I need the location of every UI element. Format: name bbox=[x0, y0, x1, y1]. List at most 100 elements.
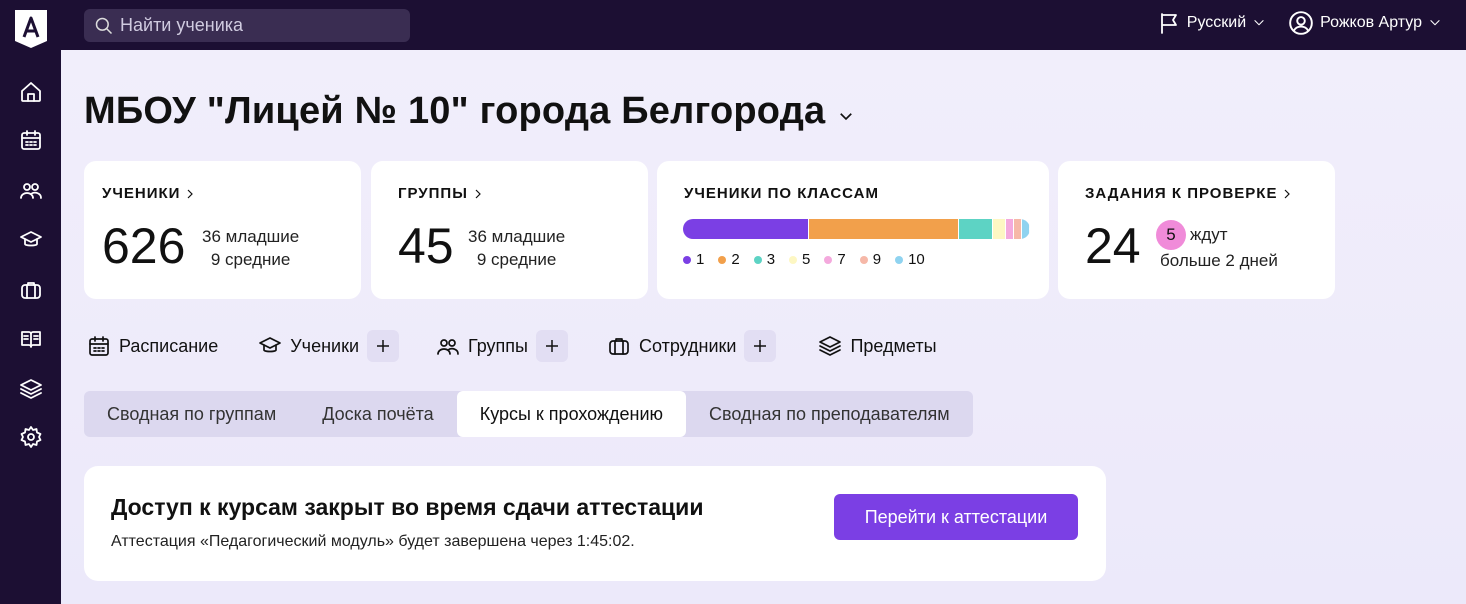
tab-teachers-summary[interactable]: Сводная по преподавателям bbox=[686, 391, 973, 437]
language-selector[interactable]: Русский bbox=[1157, 11, 1266, 35]
legend-item-class-7: 7 bbox=[824, 251, 846, 268]
by-class-card-title: УЧЕНИКИ ПО КЛАССАМ bbox=[684, 185, 879, 202]
go-to-attestation-button[interactable]: Перейти к аттестации bbox=[834, 494, 1078, 540]
students-label: Ученики bbox=[290, 335, 359, 356]
groups-link[interactable]: Группы bbox=[436, 334, 528, 358]
class-segment-1 bbox=[683, 219, 809, 239]
students-junior: 36 младшие bbox=[202, 227, 300, 246]
access-notice-subtitle: Аттестация «Педагогический модуль» будет… bbox=[111, 533, 635, 550]
add-staff-button[interactable] bbox=[744, 330, 777, 362]
subjects-label: Предметы bbox=[850, 335, 937, 356]
logo-icon[interactable] bbox=[15, 10, 47, 48]
graduation-cap-icon[interactable] bbox=[18, 227, 44, 253]
plus-icon bbox=[377, 340, 389, 352]
legend-dot bbox=[683, 255, 691, 264]
search-input[interactable] bbox=[120, 15, 400, 36]
briefcase-icon[interactable] bbox=[18, 277, 44, 303]
tasks-card[interactable]: ЗАДАНИЯ К ПРОВЕРКЕ 24 5 ждут больше 2 дн… bbox=[1058, 161, 1335, 299]
tasks-wait-label: ждут bbox=[1190, 225, 1228, 244]
groups-junior: 36 младшие bbox=[468, 227, 566, 246]
class-segment-9 bbox=[1014, 219, 1022, 239]
legend-label: 9 bbox=[872, 251, 882, 268]
legend-item-class-2: 2 bbox=[718, 251, 740, 268]
schedule-link[interactable]: Расписание bbox=[87, 334, 218, 358]
briefcase-icon bbox=[609, 338, 629, 355]
user-name: Рожков Артур bbox=[1320, 14, 1422, 31]
students-by-class-card: УЧЕНИКИ ПО КЛАССАМ 1 2 3 5 7 9 10 bbox=[657, 161, 1049, 299]
legend-item-class-5: 5 bbox=[789, 251, 810, 268]
top-right-menu: Русский Рожков Артур bbox=[1157, 10, 1442, 36]
legend-dot bbox=[718, 255, 727, 264]
flag-icon bbox=[1160, 13, 1177, 34]
calendar-icon[interactable] bbox=[18, 127, 44, 153]
staff-label: Сотрудники bbox=[638, 335, 737, 356]
legend-label: 5 bbox=[802, 251, 811, 268]
students-card[interactable]: УЧЕНИКИ 626 36 младшие 9 средние bbox=[84, 161, 361, 299]
user-avatar-icon bbox=[1289, 11, 1313, 35]
students-breakdown: 36 младшие 9 средние bbox=[202, 225, 299, 271]
chevron-right-icon bbox=[188, 189, 194, 198]
class-segment-5 bbox=[993, 219, 1006, 239]
groups-card-title-text: ГРУППЫ bbox=[398, 185, 468, 202]
class-segment-2 bbox=[808, 219, 959, 239]
chevron-down-icon bbox=[1254, 20, 1264, 26]
quick-links: Расписание Ученики Группы Сотрудники Пре… bbox=[87, 330, 937, 362]
class-segment-7 bbox=[1005, 219, 1015, 239]
chevron-down-icon[interactable] bbox=[837, 107, 855, 125]
tab-courses[interactable]: Курсы к прохождению bbox=[456, 391, 687, 437]
add-student-button[interactable] bbox=[367, 330, 399, 362]
class-segment-3 bbox=[958, 219, 994, 239]
groups-breakdown: 36 младшие 9 средние bbox=[468, 225, 565, 271]
tasks-card-title[interactable]: ЗАДАНИЯ К ПРОВЕРКЕ bbox=[1085, 185, 1293, 202]
legend-label: 7 bbox=[837, 251, 846, 268]
search-box[interactable] bbox=[84, 9, 410, 42]
class-legend: 1 2 3 5 7 9 10 bbox=[683, 251, 925, 268]
plus-icon bbox=[754, 340, 767, 352]
school-name: МБОУ "Лицей № 10" города Белгорода bbox=[84, 90, 826, 132]
schedule-label: Расписание bbox=[119, 335, 219, 356]
book-icon[interactable] bbox=[18, 326, 44, 352]
groups-card-title[interactable]: ГРУППЫ bbox=[398, 185, 484, 202]
legend-label: 1 bbox=[696, 251, 705, 268]
legend-item-class-9: 9 bbox=[859, 251, 882, 268]
topbar: Русский Рожков Артур bbox=[61, 0, 1466, 50]
search-icon bbox=[95, 17, 113, 34]
layers-icon[interactable] bbox=[18, 376, 44, 402]
layers-icon bbox=[819, 336, 842, 356]
users-icon[interactable] bbox=[18, 177, 44, 203]
settings-gear-icon[interactable] bbox=[18, 424, 44, 450]
groups-card[interactable]: ГРУППЫ 45 36 младшие 9 средние bbox=[371, 161, 648, 299]
tab-honor-board[interactable]: Доска почёта bbox=[299, 391, 457, 437]
subjects-link[interactable]: Предметы bbox=[818, 334, 937, 358]
graduation-cap-icon bbox=[259, 337, 282, 353]
tab-groups-summary[interactable]: Сводная по группам bbox=[84, 391, 299, 437]
user-menu[interactable]: Рожков Артур bbox=[1288, 10, 1442, 36]
groups-label: Группы bbox=[468, 335, 528, 356]
chevron-right-icon bbox=[475, 189, 481, 198]
home-icon[interactable] bbox=[18, 79, 44, 105]
page-title[interactable]: МБОУ "Лицей № 10" города Белгорода bbox=[84, 90, 855, 133]
access-notice-title: Доступ к курсам закрыт во время сдачи ат… bbox=[111, 494, 704, 520]
students-link[interactable]: Ученики bbox=[258, 334, 359, 358]
add-group-button[interactable] bbox=[535, 330, 568, 362]
students-count: 626 bbox=[102, 218, 186, 274]
sidebar bbox=[0, 0, 61, 604]
class-segment-10 bbox=[1021, 219, 1030, 239]
access-closed-notice: Доступ к курсам закрыт во время сдачи ат… bbox=[84, 466, 1106, 581]
students-card-title[interactable]: УЧЕНИКИ bbox=[102, 185, 196, 202]
legend-dot bbox=[859, 255, 868, 264]
legend-dot bbox=[895, 255, 904, 264]
legend-dot bbox=[824, 255, 833, 264]
tasks-count: 24 bbox=[1085, 218, 1141, 274]
calendar-icon bbox=[89, 336, 109, 356]
staff-link[interactable]: Сотрудники bbox=[607, 334, 737, 358]
overdue-badge: 5 bbox=[1156, 220, 1186, 250]
students-card-title-text: УЧЕНИКИ bbox=[102, 185, 181, 202]
legend-label: 3 bbox=[766, 251, 776, 268]
users-icon bbox=[437, 339, 459, 355]
chevron-right-icon bbox=[1285, 189, 1291, 198]
chevron-down-icon bbox=[1430, 20, 1440, 26]
legend-item-class-1: 1 bbox=[683, 251, 704, 268]
legend-label: 10 bbox=[908, 251, 925, 268]
language-label: Русский bbox=[1186, 14, 1247, 31]
